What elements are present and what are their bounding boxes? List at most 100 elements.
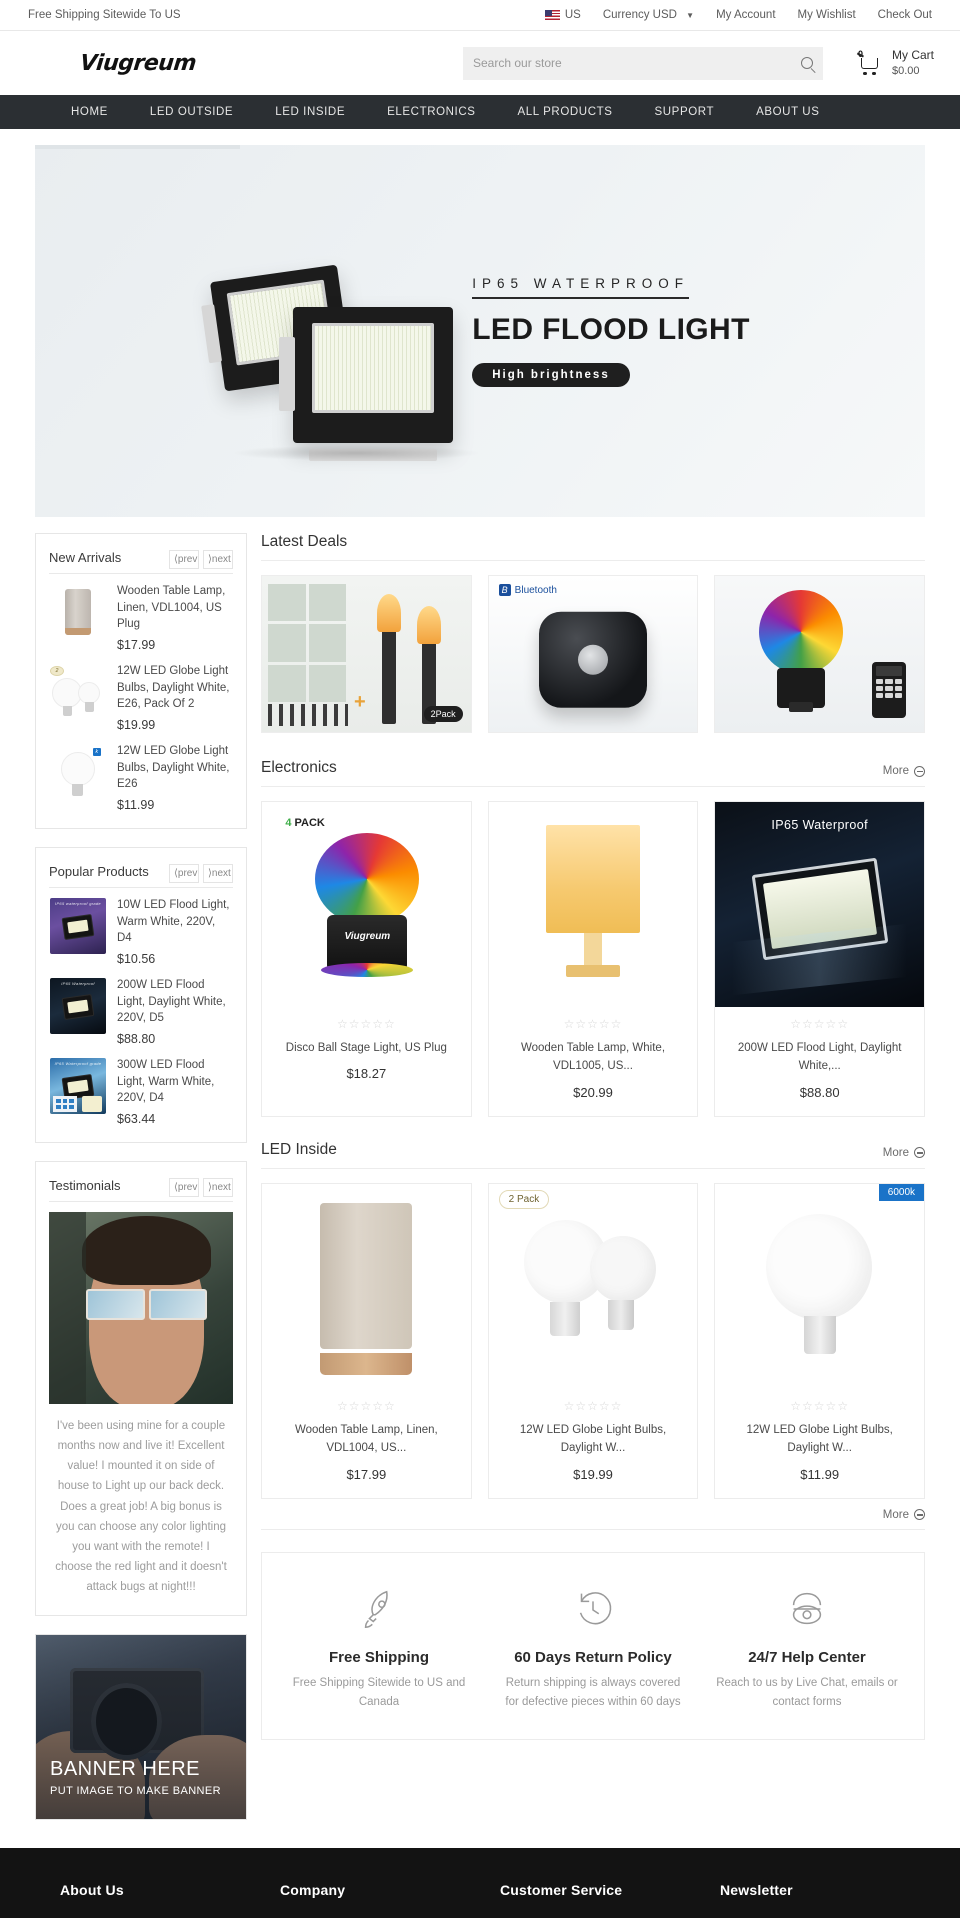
- list-item[interactable]: IP65 Waterproof 200W LED Flood Light, Da…: [49, 968, 233, 1048]
- nav-item-electronics[interactable]: ELECTRONICS: [366, 95, 496, 129]
- product-name: 200W LED Flood Light, Daylight White,...: [737, 1042, 902, 1073]
- product-thumbnail: k: [49, 743, 107, 801]
- phone-icon: [716, 1581, 898, 1637]
- product-name: 12W LED Globe Light Bulbs, Daylight Whit…: [117, 665, 230, 711]
- led-inside-more-link[interactable]: More: [883, 1147, 925, 1159]
- utility-top-bar: Free Shipping Sitewide To US US Currency…: [0, 0, 960, 31]
- more-arrow-icon: [914, 1509, 925, 1521]
- widget-popular-products: Popular Products ⟨prev ⟩next IP65 waterp…: [35, 847, 247, 1144]
- led-inside-more-bottom-link[interactable]: More: [883, 1509, 925, 1521]
- testimonial-photo: [49, 1212, 233, 1405]
- product-price: $17.99: [346, 1466, 387, 1482]
- testimonials-next-button[interactable]: ⟩next: [203, 1178, 233, 1198]
- cart-icon[interactable]: 0: [857, 49, 883, 75]
- chevron-down-icon: ▼: [686, 11, 695, 20]
- site-footer: About Us Company Customer Service Newsle…: [0, 1848, 960, 1918]
- product-thumbnail: IP65 Waterproof grade: [49, 1057, 107, 1115]
- hero-kicker: IP65 WATERPROOF: [472, 276, 689, 299]
- section-electronics: Electronics More 4 PACK Viugreum ☆☆☆☆☆ D…: [261, 759, 926, 1117]
- nav-item-led-inside[interactable]: LED INSIDE: [254, 95, 366, 129]
- popular-products-prev-button[interactable]: ⟨prev: [169, 864, 199, 884]
- hero-product-image: [35, 145, 481, 517]
- services-bar: Free Shipping Free Shipping Sitewide to …: [261, 1551, 925, 1740]
- list-item[interactable]: Wooden Table Lamp, Linen, VDL1004, US Pl…: [49, 574, 233, 654]
- widget-new-arrivals: New Arrivals ⟨prev ⟩next Wooden Table La…: [35, 533, 247, 830]
- testimonials-prev-button[interactable]: ⟨prev: [169, 1178, 199, 1198]
- pack-badge: 2Pack: [423, 706, 463, 722]
- cart-label: My Cart: [892, 48, 934, 63]
- service-description: Reach to us by Live Chat, emails or cont…: [716, 1676, 898, 1709]
- product-card[interactable]: 4 PACK Viugreum ☆☆☆☆☆ Disco Ball Stage L…: [261, 801, 472, 1117]
- more-arrow-icon: [914, 1147, 925, 1159]
- product-name: Wooden Table Lamp, Linen, VDL1004, US...: [294, 1423, 438, 1455]
- product-price: $88.80: [117, 1032, 156, 1047]
- service-title: 24/7 Help Center: [748, 1648, 866, 1666]
- footer-heading: Company: [280, 1882, 346, 1899]
- nav-item-home[interactable]: HOME: [50, 95, 129, 129]
- product-image: [262, 1183, 471, 1389]
- hero-banner[interactable]: IP65 WATERPROOF LED FLOOD LIGHT High bri…: [35, 145, 925, 517]
- new-arrivals-next-button[interactable]: ⟩next: [203, 550, 233, 569]
- nav-item-all-products[interactable]: ALL PRODUCTS: [497, 95, 634, 129]
- product-card[interactable]: 2 Pack ☆☆☆☆☆ 12W LED Globe Light Bulbs, …: [487, 1182, 699, 1499]
- product-thumbnail: IP65 waterproof grade: [49, 897, 107, 955]
- rating-stars: ☆☆☆☆☆: [563, 1398, 623, 1413]
- product-price: $20.99: [573, 1084, 613, 1100]
- product-name: Wooden Table Lamp, White, VDL1005, US...: [520, 1042, 666, 1073]
- product-name: 12W LED Globe Light Bulbs, Daylight W...: [746, 1423, 893, 1455]
- product-card[interactable]: IP65 Waterproof ☆☆☆☆☆ 200W LED Flood Lig…: [714, 801, 926, 1117]
- product-price: $11.99: [117, 798, 155, 813]
- nav-item-support[interactable]: SUPPORT: [634, 95, 736, 129]
- deal-card-disco-light[interactable]: [714, 575, 926, 733]
- country-selector[interactable]: US: [544, 9, 581, 21]
- product-price: $19.99: [117, 718, 156, 733]
- main-navigation: HOME LED OUTSIDE LED INSIDE ELECTRONICS …: [0, 95, 960, 129]
- product-card[interactable]: ☆☆☆☆☆ Wooden Table Lamp, White, VDL1005,…: [487, 801, 699, 1117]
- more-label: More: [882, 765, 909, 777]
- search-icon[interactable]: [801, 57, 813, 69]
- sidebar-promo-banner[interactable]: BANNER HERE PUT IMAGE TO MAKE BANNER: [35, 1634, 247, 1821]
- footer-column-about-us: About Us: [60, 1882, 280, 1898]
- my-wishlist-link[interactable]: My Wishlist: [798, 9, 856, 21]
- list-item[interactable]: k 12W LED Globe Light Bulbs, Daylight Wh…: [49, 734, 233, 814]
- list-item[interactable]: IP65 Waterproof grade 300W LED Flood Lig…: [49, 1048, 233, 1128]
- nav-item-led-outside[interactable]: LED OUTSIDE: [129, 95, 254, 129]
- service-title: 60 Days Return Policy: [514, 1648, 672, 1666]
- product-thumbnail: IP65 Waterproof: [49, 977, 107, 1035]
- currency-selector[interactable]: Currency USD ▼: [603, 9, 694, 21]
- new-arrivals-prev-button[interactable]: ⟨prev: [169, 550, 199, 569]
- site-logo[interactable]: Viugreum: [19, 51, 198, 76]
- search-box[interactable]: [463, 46, 823, 80]
- clock-rewind-icon: [502, 1581, 684, 1637]
- search-input[interactable]: [473, 56, 801, 70]
- popular-products-next-button[interactable]: ⟩next: [203, 864, 233, 884]
- product-price: $17.99: [117, 638, 156, 653]
- ip65-label: IP65 Waterproof: [771, 818, 868, 832]
- section-led-inside: LED Inside More ☆☆☆☆☆ Wooden Table Lamp,…: [261, 1140, 926, 1530]
- cart-total: $0.00: [892, 64, 920, 77]
- rating-stars: ☆☆☆☆☆: [336, 1398, 396, 1413]
- rating-stars: ☆☆☆☆☆: [336, 1017, 396, 1031]
- widget-title-popular-products: Popular Products: [49, 864, 149, 880]
- currency-label: Currency USD: [602, 9, 677, 21]
- more-label: More: [882, 1508, 909, 1521]
- main-content: Latest Deals + 2Pack B Bluetooth Electro…: [261, 533, 926, 1740]
- nav-item-about-us[interactable]: ABOUT US: [735, 95, 840, 129]
- pack-4-label: 4 PACK: [285, 816, 325, 829]
- product-card[interactable]: 6000k ☆☆☆☆☆ 12W LED Globe Light Bulbs, D…: [714, 1182, 926, 1499]
- product-image: 6000k: [715, 1183, 925, 1389]
- section-title-led-inside: LED Inside: [261, 1140, 337, 1158]
- deal-card-bluetooth-speaker[interactable]: B Bluetooth: [487, 575, 699, 733]
- electronics-more-link[interactable]: More: [883, 765, 925, 777]
- check-out-link[interactable]: Check Out: [878, 9, 932, 21]
- product-card[interactable]: ☆☆☆☆☆ Wooden Table Lamp, Linen, VDL1004,…: [261, 1182, 472, 1499]
- my-account-link[interactable]: My Account: [716, 9, 775, 21]
- deal-card-torch[interactable]: + 2Pack: [261, 575, 472, 733]
- list-item[interactable]: 2 12W LED Globe Light Bulbs, Daylight Wh…: [49, 654, 233, 734]
- cart-widget[interactable]: 0 My Cart $0.00: [857, 47, 940, 78]
- product-thumbnail: 2: [49, 663, 107, 721]
- product-price: $88.80: [799, 1084, 840, 1100]
- section-title-latest-deals: Latest Deals: [261, 533, 348, 550]
- site-header: Viugreum 0 My Cart $0.00: [0, 31, 960, 95]
- list-item[interactable]: IP65 waterproof grade 10W LED Flood Ligh…: [49, 888, 233, 968]
